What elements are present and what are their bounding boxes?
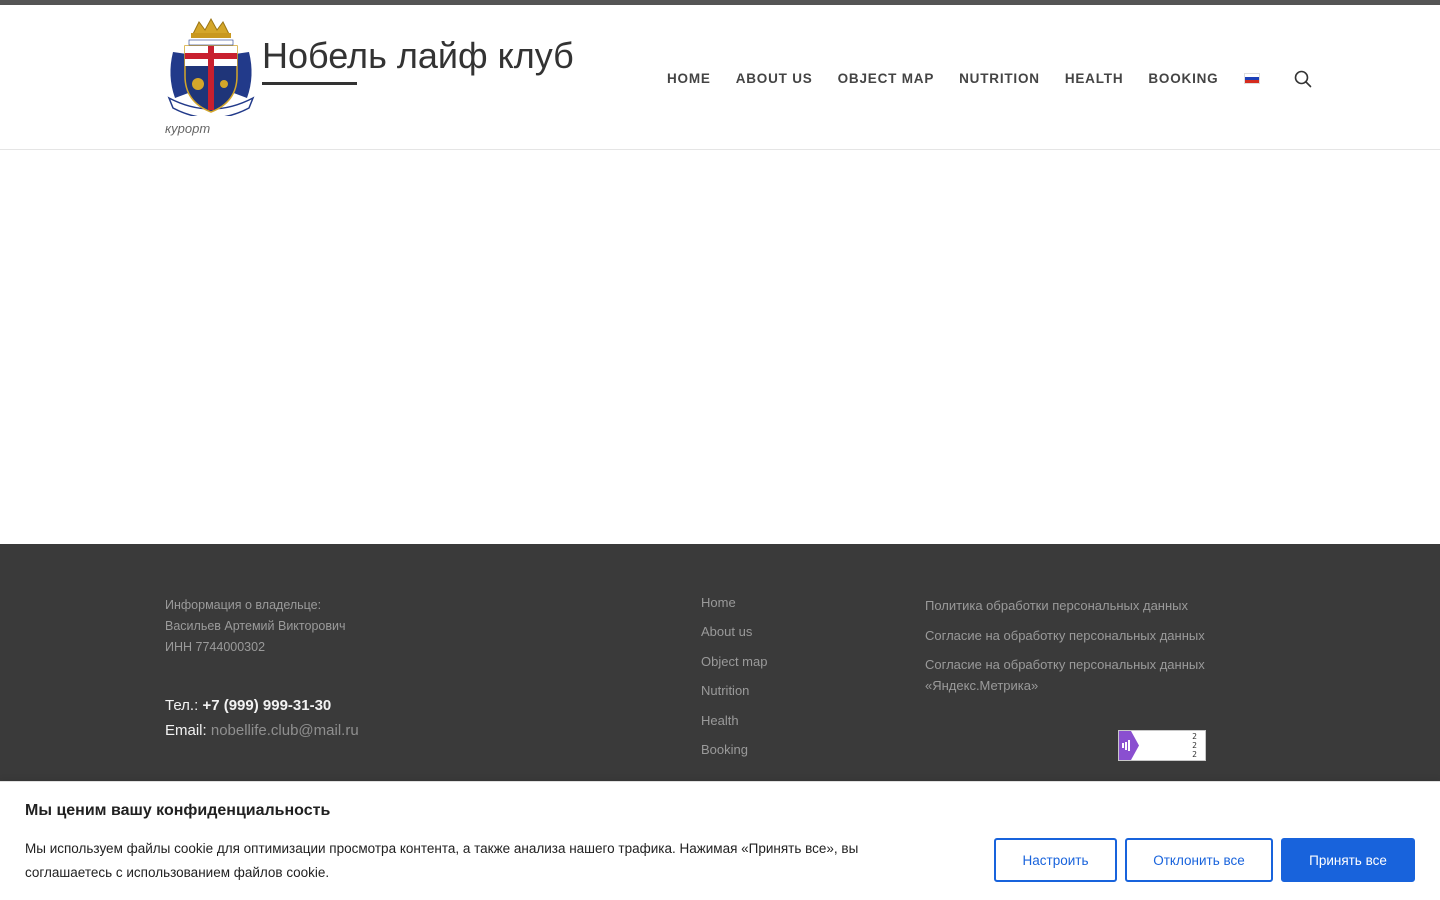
email-link[interactable]: nobellife.club@mail.ru [211, 722, 359, 739]
metrika-consent-link[interactable]: Согласие на обработку персональных данны… [925, 654, 1225, 696]
site-tagline: курорт [165, 121, 211, 136]
nav-about-us[interactable]: ABOUT US [736, 71, 813, 86]
metrika-counts: 2 2 2 [1192, 731, 1205, 760]
phone-number[interactable]: +7 (999) 999-31-30 [202, 697, 331, 714]
site-title[interactable]: Нобель лайф клуб [262, 35, 574, 77]
nav-health[interactable]: HEALTH [1065, 71, 1124, 86]
nav-home[interactable]: HOME [667, 71, 711, 86]
main-content [0, 150, 1440, 544]
footer-link-home[interactable]: Home [701, 595, 767, 624]
cookie-text: Мы используем файлы cookie для оптимизац… [25, 841, 859, 880]
footer-link-health[interactable]: Health [701, 713, 767, 742]
metrika-visitors: 2 [1192, 750, 1197, 759]
main-navigation: HOME ABOUT US OBJECT MAP NUTRITION HEALT… [667, 69, 1312, 88]
footer-link-object-map[interactable]: Object map [701, 654, 767, 683]
nav-booking[interactable]: BOOKING [1148, 71, 1218, 86]
owner-name: Васильев Артемий Викторович [165, 619, 346, 633]
owner-inn: ИНН 7744000302 [165, 640, 266, 654]
reject-all-button[interactable]: Отклонить все [1125, 838, 1273, 882]
phone-label: Тел.: [165, 697, 199, 714]
site-header: Нобель лайф клуб курорт HOME ABOUT US OB… [0, 5, 1440, 150]
cookie-title: Мы ценим вашу конфиденциальность [25, 802, 331, 819]
footer-menu: Home About us Object map Nutrition Healt… [701, 595, 767, 771]
metrika-views: 2 [1192, 732, 1197, 741]
email-label: Email: [165, 722, 207, 739]
site-logo[interactable] [165, 16, 257, 119]
contacts: Тел.: +7 (999) 999-31-30 Email: nobellif… [165, 693, 359, 743]
metrika-visits: 2 [1192, 741, 1197, 750]
metrika-logo-icon [1119, 731, 1139, 760]
footer-link-booking[interactable]: Booking [701, 742, 767, 771]
nav-nutrition[interactable]: NUTRITION [959, 71, 1040, 86]
title-underline [262, 82, 357, 85]
privacy-policy-link[interactable]: Политика обработки персональных данных [925, 595, 1225, 616]
accept-all-button[interactable]: Принять все [1281, 838, 1415, 882]
russian-flag-icon[interactable] [1244, 73, 1261, 84]
yandex-metrika-badge[interactable]: 2 2 2 [1118, 730, 1206, 761]
footer-link-about-us[interactable]: About us [701, 624, 767, 653]
nav-object-map[interactable]: OBJECT MAP [838, 71, 935, 86]
owner-info-heading: Информация о владельце: [165, 598, 322, 612]
search-icon[interactable] [1294, 70, 1312, 88]
cookie-consent-banner: Мы ценим вашу конфиденциальность Мы испо… [0, 781, 1440, 900]
footer-link-nutrition[interactable]: Nutrition [701, 683, 767, 712]
data-consent-link[interactable]: Согласие на обработку персональных данны… [925, 625, 1225, 646]
customize-button[interactable]: Настроить [994, 838, 1117, 882]
crest-icon [167, 17, 255, 119]
owner-info: Информация о владельце: Васильев Артемий… [165, 595, 345, 658]
legal-links: Политика обработки персональных данных С… [925, 595, 1225, 705]
